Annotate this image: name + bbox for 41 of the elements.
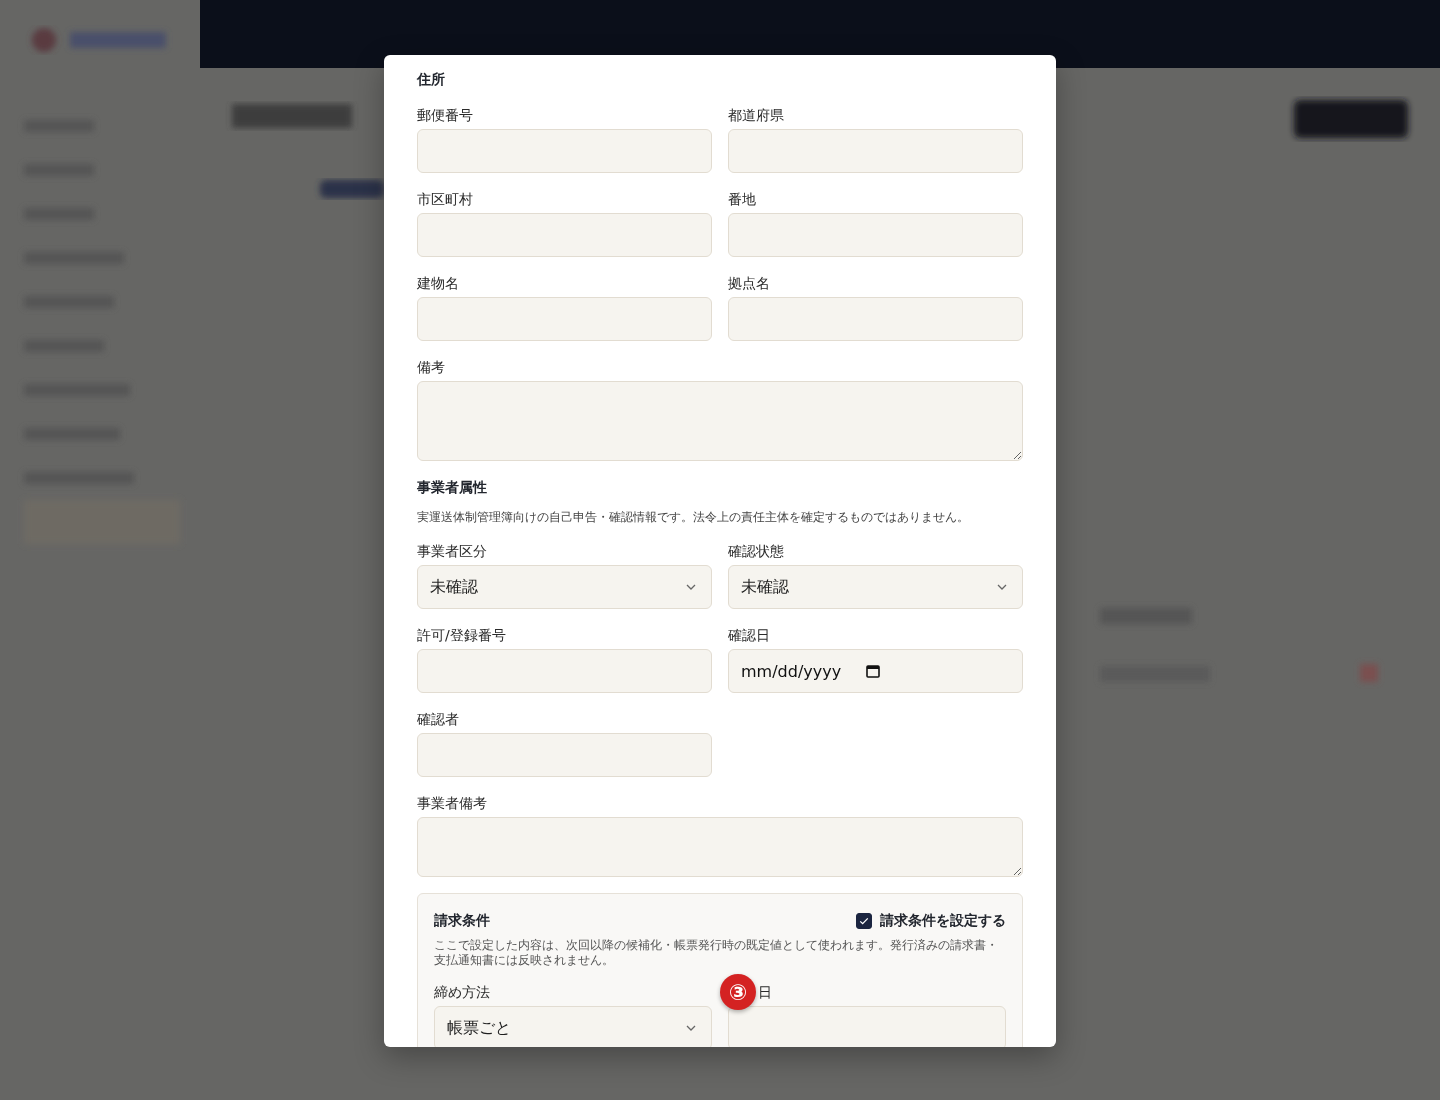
text-field[interactable]: [417, 297, 712, 341]
select-field[interactable]: 未確認: [417, 565, 712, 609]
text-field[interactable]: [417, 733, 712, 777]
field-label: 事業者備考: [417, 794, 487, 813]
text-field[interactable]: [728, 297, 1023, 341]
field-label: 事業者区分: [417, 542, 487, 561]
text-field[interactable]: [728, 129, 1023, 173]
field-label: 備考: [417, 358, 445, 377]
field-label: 日: [758, 983, 772, 1002]
section-description: 実運送体制管理簿向けの自己申告・確認情報です。法令上の責任主体を確定するものではありません。: [417, 509, 970, 525]
section-title: 住所: [417, 70, 446, 89]
checkbox-label: 請求条件を設定する: [880, 912, 1006, 930]
select-field[interactable]: 未確認: [728, 565, 1023, 609]
field-label: 許可/登録番号: [417, 626, 506, 645]
field-label: 確認者: [417, 710, 459, 729]
text-field[interactable]: [728, 1006, 1006, 1047]
field-label: 都道府県: [728, 106, 784, 125]
step-badge: ③: [720, 974, 756, 1010]
field-label: 確認日: [728, 626, 770, 645]
field-label: 建物名: [417, 274, 459, 293]
textarea-field[interactable]: [417, 381, 1023, 461]
select-field[interactable]: 帳票ごと: [434, 1006, 712, 1047]
calendar-icon: [865, 663, 882, 679]
section-title: 事業者属性: [417, 478, 488, 497]
field-label: 拠点名: [728, 274, 770, 293]
panel-title: 請求条件: [434, 912, 490, 930]
text-field[interactable]: [728, 213, 1023, 257]
text-field[interactable]: [417, 129, 712, 173]
checkbox[interactable]: [856, 913, 872, 929]
field-label: 郵便番号: [417, 106, 473, 125]
textarea-field[interactable]: [417, 817, 1023, 877]
field-label: 確認状態: [728, 542, 784, 561]
filter-chip-drawing: [320, 180, 384, 198]
date-field[interactable]: mm/dd/yyyy: [728, 649, 1023, 693]
text-field[interactable]: [417, 213, 712, 257]
field-label: 番地: [728, 190, 756, 209]
checkmark-icon: [858, 915, 870, 927]
field-label: 市区町村: [417, 190, 473, 209]
text-field[interactable]: [417, 649, 712, 693]
field-label: 締め方法: [434, 983, 490, 1002]
panel-description: ここで設定した内容は、次回以降の候補化・帳票発行時の既定値として使われます。発行済みの請求書・支払通知書には反映されません。: [434, 938, 999, 968]
